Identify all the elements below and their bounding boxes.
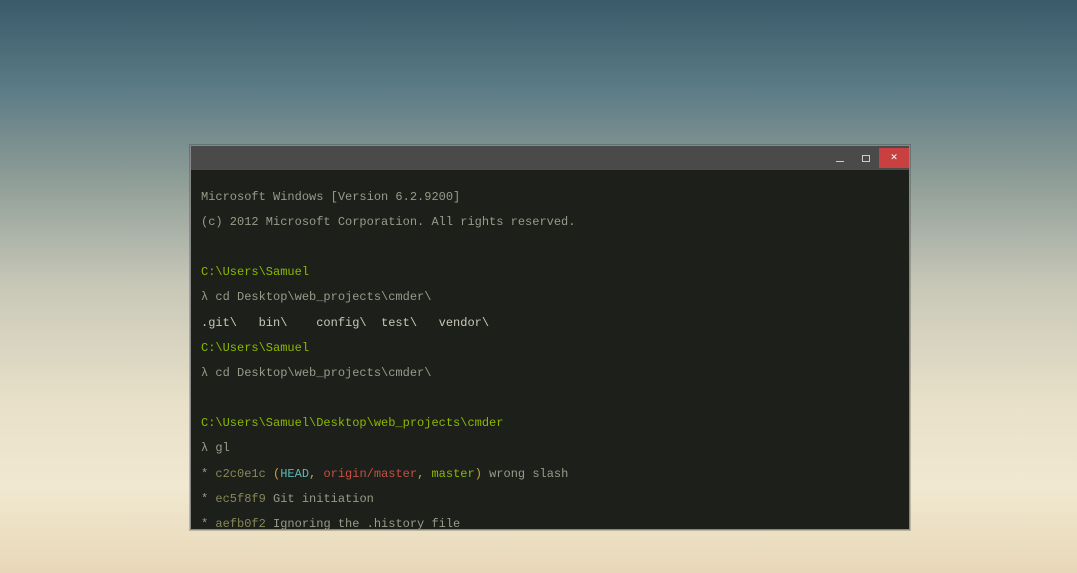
commit-hash: ec5f8f9 — [215, 492, 265, 506]
commit-msg: Ignoring the .history file — [266, 517, 460, 529]
minimize-icon — [836, 161, 844, 162]
ref-origin: origin/master — [323, 467, 417, 481]
commit-hash: c2c0e1c — [215, 467, 265, 481]
terminal-body[interactable]: Microsoft Windows [Version 6.2.9200] (c)… — [191, 170, 909, 529]
command-text: cd Desktop\web_projects\cmder\ — [215, 366, 431, 380]
close-icon: ✕ — [891, 153, 898, 164]
maximize-button[interactable] — [853, 148, 879, 168]
maximize-icon — [862, 155, 870, 162]
minimize-button[interactable] — [827, 148, 853, 168]
prompt-symbol: λ — [201, 441, 215, 455]
header-line: Microsoft Windows [Version 6.2.9200] — [201, 190, 460, 204]
ref-master: master — [431, 467, 474, 481]
close-button[interactable]: ✕ — [879, 148, 909, 168]
commit-row: * aefb0f2 Ignoring the .history file — [201, 518, 899, 529]
prompt-path: C:\Users\Samuel — [201, 341, 309, 355]
command-text: cd Desktop\web_projects\cmder\ — [215, 290, 431, 304]
ref-head: HEAD — [280, 467, 309, 481]
copyright-line: (c) 2012 Microsoft Corporation. All righ… — [201, 215, 575, 229]
prompt-path: C:\Users\Samuel\Desktop\web_projects\cmd… — [201, 416, 503, 430]
commit-row: * c2c0e1c (HEAD, origin/master, master) … — [201, 468, 899, 481]
titlebar[interactable]: ✕ — [191, 146, 909, 170]
prompt-path: C:\Users\Samuel — [201, 265, 309, 279]
commit-hash: aefb0f2 — [215, 517, 265, 529]
commit-msg: wrong slash — [482, 467, 568, 481]
command-text: gl — [215, 441, 229, 455]
commit-msg: Git initiation — [266, 492, 374, 506]
directory-listing: .git\ bin\ config\ test\ vendor\ — [201, 316, 489, 330]
prompt-symbol: λ — [201, 366, 215, 380]
terminal-window: ✕ Microsoft Windows [Version 6.2.9200] (… — [190, 145, 910, 530]
commit-row: * ec5f8f9 Git initiation — [201, 493, 899, 506]
prompt-symbol: λ — [201, 290, 215, 304]
